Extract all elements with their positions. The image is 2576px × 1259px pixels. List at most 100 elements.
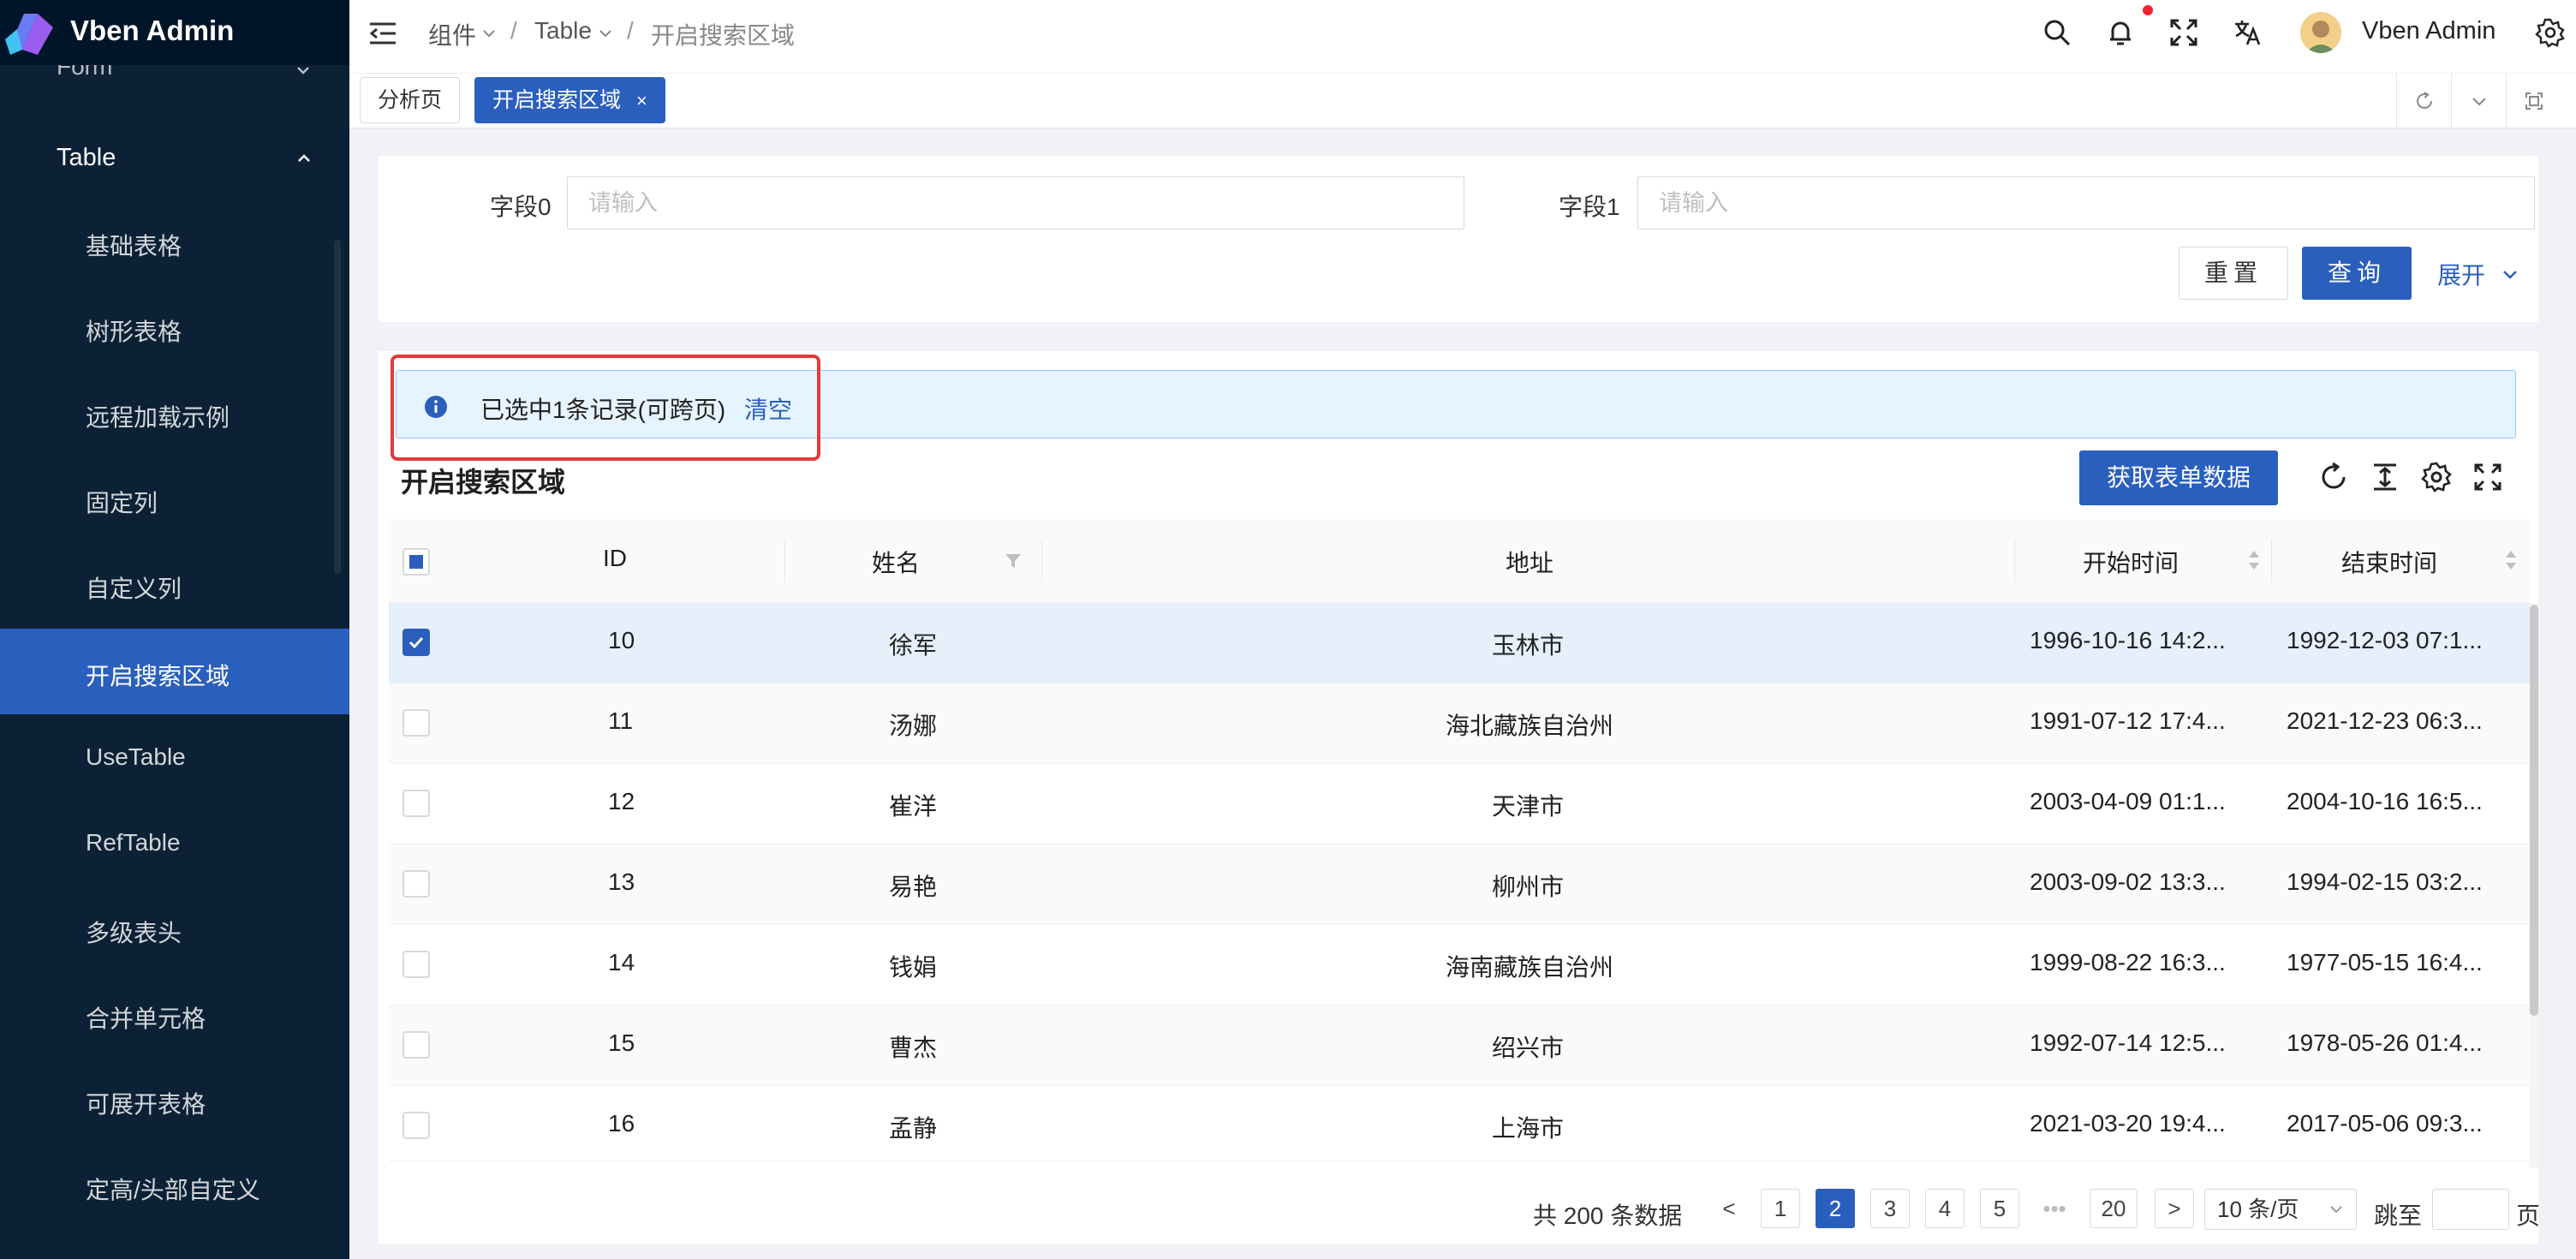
column-header-name[interactable]: 姓名 (872, 545, 920, 579)
pagination-page-2[interactable]: 2 (1816, 1189, 1855, 1228)
table-row[interactable]: 10 徐军 玉林市 1996-10-16 14:2... 1992-12-03 … (389, 603, 2530, 683)
page-size-value: 10 条/页 (2217, 1196, 2299, 1222)
sidebar-item-expand-table[interactable]: 可展开表格 (0, 1057, 349, 1143)
cell-end-time: 1978-05-26 01:4... (2287, 1029, 2483, 1056)
column-divider (2271, 540, 2272, 582)
menu-fold-icon[interactable] (368, 21, 397, 46)
table-row[interactable]: 13 易艳 柳州市 2003-09-02 13:3... 1994-02-15 … (389, 844, 2530, 925)
expand-button[interactable]: 展开 (2437, 257, 2485, 291)
search-icon[interactable] (2042, 17, 2072, 48)
header: 组件 / Table / 开启搜索区域 Vben Admin (349, 0, 2576, 74)
table-card: 已选中1条记录(可跨页) 清空 开启搜索区域 获取表单数据 ID 姓名 地址 开… (379, 351, 2541, 1244)
refresh-icon[interactable] (2317, 461, 2350, 493)
field0-input[interactable] (567, 176, 1464, 230)
column-header-end-time[interactable]: 结束时间 (2341, 545, 2437, 579)
row-checkbox[interactable] (402, 1031, 430, 1059)
reset-button[interactable]: 重置 (2179, 247, 2288, 300)
column-divider (784, 540, 785, 582)
sidebar-item-fixed-column[interactable]: 固定列 (0, 456, 349, 541)
gear-icon[interactable] (2420, 461, 2453, 493)
row-checkbox[interactable] (402, 709, 430, 737)
field1-label: 字段1 (1559, 194, 1620, 220)
pagination-page-20[interactable]: 20 (2090, 1189, 2138, 1228)
pagination-prev[interactable]: < (1709, 1189, 1749, 1228)
sidebar-item-multi-header[interactable]: 多级表头 (0, 886, 349, 971)
column-header-address[interactable]: 地址 (1506, 545, 1553, 579)
avatar[interactable] (2300, 12, 2341, 53)
sidebar-item-reftable[interactable]: RefTable (0, 800, 349, 886)
row-checkbox[interactable] (402, 629, 430, 656)
sidebar-item-label: 树形表格 (86, 319, 182, 345)
fullscreen-icon[interactable] (2168, 17, 2199, 48)
sort-icon[interactable] (2504, 546, 2518, 574)
field1-input[interactable] (1637, 176, 2535, 230)
user-name[interactable]: Vben Admin (2362, 17, 2496, 45)
tab-fold[interactable] (2506, 74, 2561, 128)
breadcrumb-item-table[interactable]: Table (534, 17, 592, 45)
pagination-next[interactable]: > (2155, 1189, 2194, 1228)
table-row[interactable]: 15 曹杰 绍兴市 1992-07-14 12:5... 1978-05-26 … (389, 1005, 2530, 1086)
table-row[interactable]: 14 钱娟 海南藏族自治州 1999-08-22 16:3... 1977-05… (389, 925, 2530, 1005)
table-scrollbar[interactable] (2530, 605, 2538, 1016)
gear-icon[interactable] (2535, 17, 2566, 48)
breadcrumb-item-components[interactable]: 组件 (428, 17, 476, 51)
sidebar-item-tree-table[interactable]: 树形表格 (0, 284, 349, 370)
table-row[interactable]: 11 汤娜 海北藏族自治州 1991-07-12 17:4... 2021-12… (389, 683, 2530, 764)
sort-icon[interactable] (2247, 546, 2261, 574)
sidebar-item-fixed-height[interactable]: 定高/头部自定义 (0, 1143, 349, 1228)
pagination-ellipsis[interactable]: ••• (2035, 1189, 2074, 1228)
query-button[interactable]: 查询 (2302, 247, 2412, 300)
tab-dropdown[interactable] (2451, 74, 2506, 128)
cell-end-time: 2017-05-06 09:3... (2287, 1110, 2483, 1137)
fullscreen-icon[interactable] (2472, 461, 2504, 493)
sidebar-item-remote-load[interactable]: 远程加载示例 (0, 370, 349, 456)
cell-end-time: 1994-02-15 03:2... (2287, 868, 2483, 895)
select-all-checkbox[interactable] (402, 548, 430, 576)
column-divider (1041, 540, 1042, 582)
sidebar-scrollbar[interactable] (334, 240, 341, 574)
sidebar-item-table[interactable]: Table (0, 127, 349, 187)
tab-analysis[interactable]: 分析页 (360, 77, 461, 123)
row-checkbox[interactable] (402, 1112, 430, 1139)
sidebar-item-label: Table (57, 144, 116, 171)
app-name: Vben Admin (70, 15, 235, 46)
jump-page-input[interactable] (2432, 1189, 2509, 1230)
tab-search-area[interactable]: 开启搜索区域 × (474, 77, 665, 123)
cell-address: 绍兴市 (1492, 1035, 1565, 1061)
column-height-icon[interactable] (2369, 461, 2401, 493)
bell-icon[interactable] (2105, 17, 2136, 48)
translate-icon[interactable] (2232, 17, 2263, 48)
cell-name: 徐军 (889, 632, 938, 659)
table-row[interactable]: 12 崔洋 天津市 2003-04-09 01:1... 2004-10-16 … (389, 764, 2530, 844)
sidebar-item-search-area[interactable]: 开启搜索区域 (0, 629, 349, 714)
column-header-start-time[interactable]: 开始时间 (2083, 545, 2179, 579)
filter-icon[interactable] (1004, 552, 1023, 570)
cell-start-time: 2021-03-20 19:4... (2030, 1110, 2226, 1137)
pagination-page-3[interactable]: 3 (1870, 1189, 1910, 1228)
chevron-down-icon (2330, 1206, 2342, 1214)
breadcrumb-separator: / (510, 17, 517, 44)
page-suffix: 页 (2516, 1202, 2541, 1229)
app-logo[interactable]: Vben Admin (0, 0, 349, 65)
cell-start-time: 2003-09-02 13:3... (2030, 868, 2226, 895)
tab-refresh[interactable] (2396, 74, 2451, 128)
sidebar-item-merge-cell[interactable]: 合并单元格 (0, 971, 349, 1057)
pagination-page-5[interactable]: 5 (1980, 1189, 2019, 1228)
close-icon[interactable]: × (636, 90, 647, 111)
table-row[interactable]: 16 孟静 上海市 2021-03-20 19:4... 2017-05-06 … (389, 1086, 2530, 1161)
page-size-select[interactable]: 10 条/页 (2204, 1189, 2357, 1230)
sidebar-item-label: 可展开表格 (86, 1091, 206, 1118)
row-checkbox[interactable] (402, 870, 430, 898)
sidebar-item-basic-table[interactable]: 基础表格 (0, 199, 349, 284)
field0-label: 字段0 (490, 194, 552, 220)
cell-id: 16 (608, 1110, 635, 1137)
pagination-page-1[interactable]: 1 (1761, 1189, 1800, 1228)
get-form-data-button[interactable]: 获取表单数据 (2079, 450, 2278, 505)
row-checkbox[interactable] (402, 951, 430, 978)
column-header-id[interactable]: ID (603, 545, 627, 572)
sidebar-item-custom-column[interactable]: 自定义列 (0, 541, 349, 627)
pagination-page-4[interactable]: 4 (1925, 1189, 1965, 1228)
cell-address: 上海市 (1492, 1115, 1565, 1142)
row-checkbox[interactable] (402, 790, 430, 817)
sidebar-item-usetable[interactable]: UseTable (0, 714, 349, 800)
